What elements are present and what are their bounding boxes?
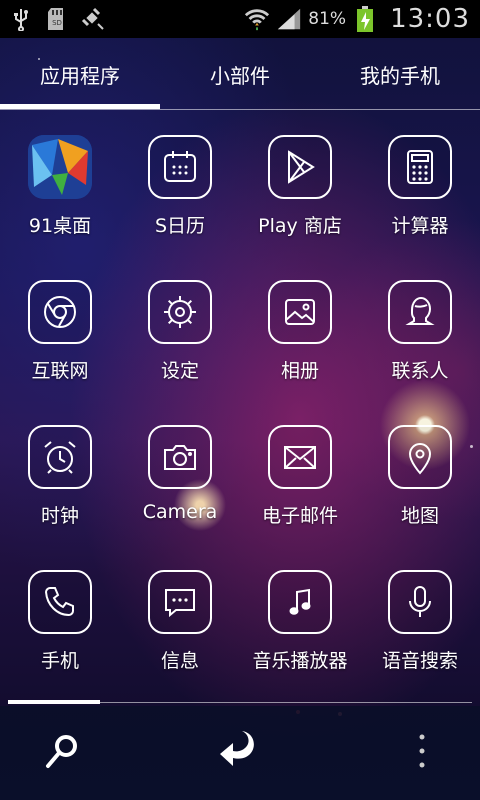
app-label: 相册 <box>280 360 319 382</box>
contacts-icon <box>388 280 452 344</box>
app-label: 时钟 <box>40 505 79 527</box>
app-s-calendar[interactable]: S日历 <box>120 110 240 240</box>
satellite-icon <box>80 6 106 32</box>
app-label: 电子邮件 <box>261 505 338 527</box>
app-label: 地图 <box>400 505 439 527</box>
email-icon <box>268 425 332 489</box>
alarm-clock-icon <box>28 425 92 489</box>
gallery-icon <box>268 280 332 344</box>
music-note-icon <box>268 570 332 634</box>
search-button[interactable] <box>12 706 112 800</box>
drawer-tabs: 应用程序 小部件 我的手机 <box>0 38 480 110</box>
battery-charging-icon <box>352 6 378 32</box>
back-arrow-icon <box>216 727 264 779</box>
app-voice-search[interactable]: 语音搜索 <box>360 545 480 675</box>
status-bar: SD 81% 13:03 <box>0 0 480 38</box>
play-store-icon <box>268 135 332 199</box>
app-play-store[interactable]: Play 商店 <box>240 110 360 240</box>
app-music-player[interactable]: 音乐播放器 <box>240 545 360 675</box>
background-sparkle <box>38 58 40 60</box>
microphone-icon <box>388 570 452 634</box>
map-pin-icon <box>388 425 452 489</box>
app-calculator[interactable]: 计算器 <box>360 110 480 240</box>
app-91-launcher[interactable]: 91桌面 <box>0 110 120 240</box>
tab-apps[interactable]: 应用程序 <box>0 38 160 110</box>
message-icon <box>148 570 212 634</box>
notification-icons: SD <box>0 6 106 32</box>
app-email[interactable]: 电子邮件 <box>240 400 360 530</box>
camera-icon <box>148 425 212 489</box>
app-phone[interactable]: 手机 <box>0 545 120 675</box>
tab-widgets[interactable]: 小部件 <box>160 38 320 110</box>
app-label: 语音搜索 <box>381 650 458 672</box>
app-internet[interactable]: 互联网 <box>0 255 120 385</box>
overflow-menu-button[interactable] <box>372 706 472 800</box>
app-contacts[interactable]: 联系人 <box>360 255 480 385</box>
clock: 13:03 <box>390 4 470 34</box>
usb-icon <box>8 6 34 32</box>
app-clock[interactable]: 时钟 <box>0 400 120 530</box>
tab-my-phone[interactable]: 我的手机 <box>320 38 480 110</box>
app-label: 信息 <box>160 650 199 672</box>
app-label: 计算器 <box>391 215 449 237</box>
app-label: Camera <box>142 501 218 523</box>
app-label: 91桌面 <box>28 215 92 237</box>
search-icon <box>42 731 82 775</box>
app-gallery[interactable]: 相册 <box>240 255 360 385</box>
settings-gear-icon <box>148 280 212 344</box>
app-settings[interactable]: 设定 <box>120 255 240 385</box>
back-button[interactable] <box>190 706 290 800</box>
app-label: 音乐播放器 <box>252 650 348 672</box>
bottom-bar <box>0 706 480 800</box>
app-camera[interactable]: Camera <box>120 400 240 530</box>
battery-percent: 81% <box>308 9 347 29</box>
app-label: Play 商店 <box>258 215 342 237</box>
app-label: S日历 <box>154 215 206 237</box>
app-label: 手机 <box>40 650 79 672</box>
calendar-icon <box>148 135 212 199</box>
sd-card-icon: SD <box>44 6 70 32</box>
wifi-icon <box>244 6 270 32</box>
signal-icon <box>276 6 302 32</box>
app-label: 设定 <box>160 360 199 382</box>
app-label: 互联网 <box>31 360 89 382</box>
phone-icon <box>28 570 92 634</box>
calculator-icon <box>388 135 452 199</box>
svg-text:SD: SD <box>52 19 62 27</box>
91-launcher-logo <box>28 135 92 199</box>
app-messages[interactable]: 信息 <box>120 545 240 675</box>
app-maps[interactable]: 地图 <box>360 400 480 530</box>
page-indicator <box>8 700 100 704</box>
overflow-menu-icon <box>416 731 428 775</box>
browser-icon <box>28 280 92 344</box>
app-label: 联系人 <box>391 360 449 382</box>
